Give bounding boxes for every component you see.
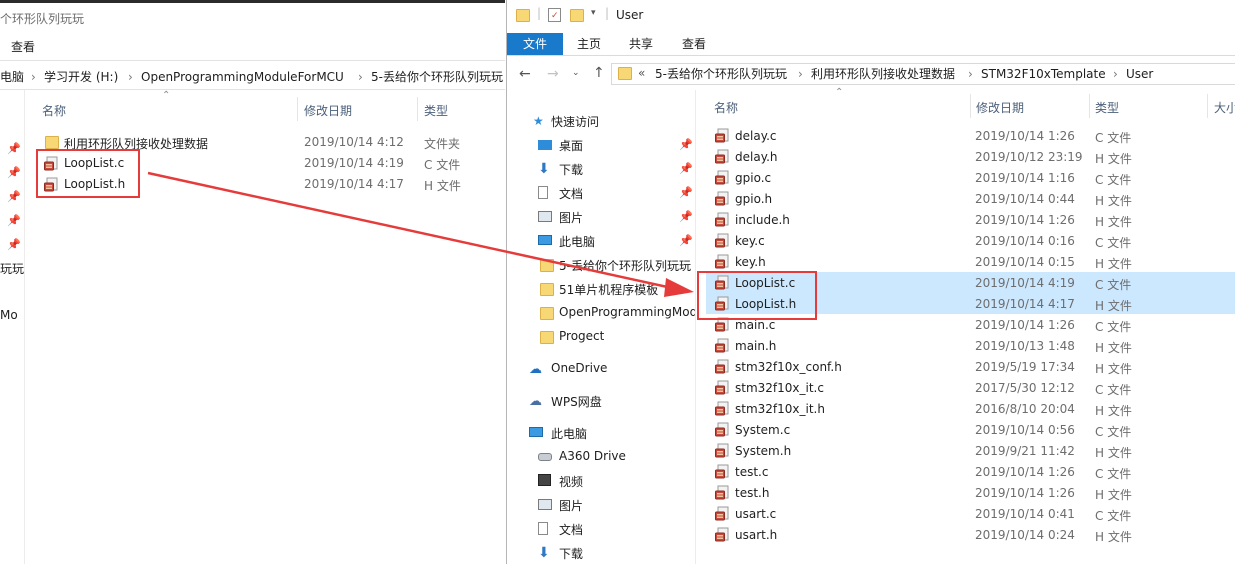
arrow-head — [664, 278, 694, 297]
arrow-shaft — [147, 171, 673, 290]
drag-annotation-arrow — [147, 171, 694, 297]
